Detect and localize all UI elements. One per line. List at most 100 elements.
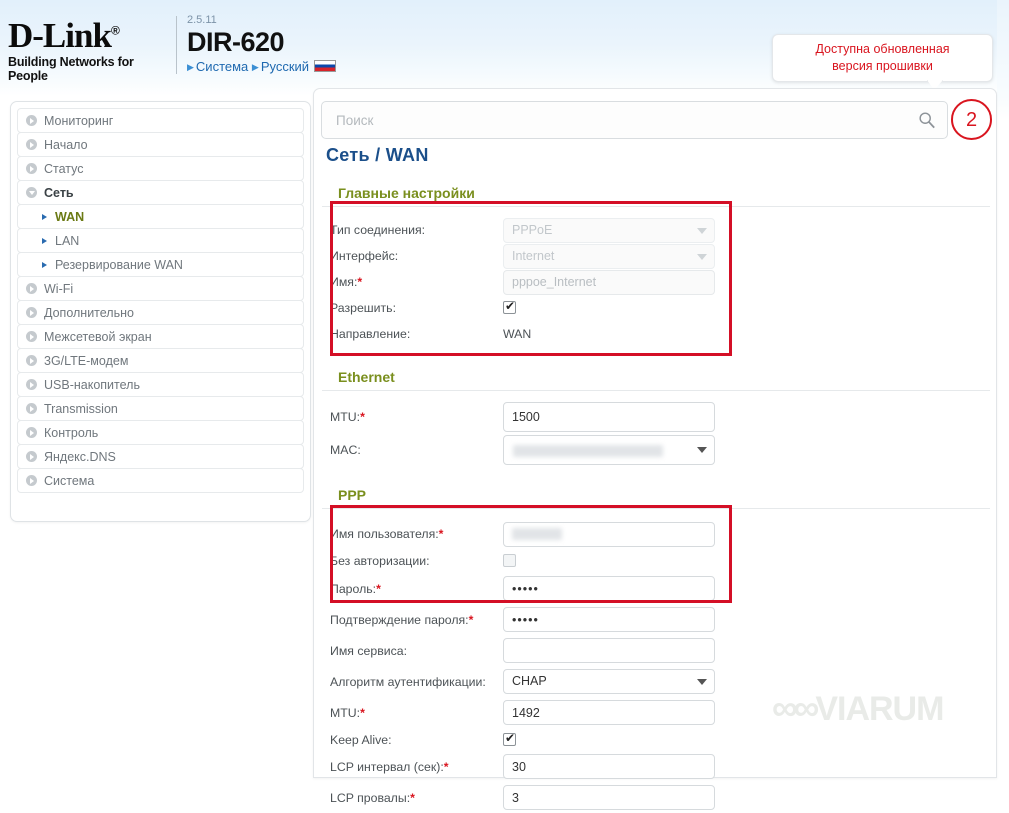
label-password-confirm: Подтверждение пароля:*: [330, 613, 503, 627]
keep-alive-checkbox[interactable]: [503, 731, 516, 746]
row-mac: MAC:: [314, 433, 998, 467]
sidebar-item-label: WAN: [55, 209, 85, 224]
header-divider: [176, 16, 177, 74]
breadcrumb-item-language[interactable]: Русский: [261, 59, 309, 74]
chevron-right-circle-icon: [26, 163, 37, 174]
required-asterisk: *: [443, 759, 449, 774]
row-name: Имя:*: [314, 269, 998, 295]
chevron-down-circle-icon: [26, 187, 37, 198]
sidebar-item-network[interactable]: Сеть: [17, 180, 304, 205]
sidebar-item-firewall[interactable]: Межсетевой экран: [17, 324, 304, 349]
sidebar-item-monitoring[interactable]: Мониторинг: [17, 108, 304, 133]
row-no-auth: Без авторизации:: [314, 549, 998, 573]
chevron-right-circle-icon: [26, 355, 37, 366]
sidebar-item-wan[interactable]: WAN: [17, 204, 304, 229]
sidebar-item-advanced[interactable]: Дополнительно: [17, 300, 304, 325]
model-name: DIR-620: [187, 27, 285, 57]
sidebar-item-status[interactable]: Статус: [17, 156, 304, 181]
firmware-version: 2.5.11: [187, 14, 217, 26]
dlink-logo[interactable]: D-Link® Building Networks for People: [8, 18, 173, 83]
firmware-update-notice[interactable]: Доступна обновленная версия прошивки: [772, 34, 993, 90]
label-enable: Разрешить:: [330, 301, 396, 315]
status-badge[interactable]: 2: [951, 99, 992, 140]
row-ethernet-mtu: MTU:*: [314, 401, 998, 433]
direction-value: WAN: [503, 327, 532, 341]
chevron-right-circle-icon: [26, 331, 37, 342]
password-input[interactable]: [503, 576, 715, 601]
section-title-ppp: PPP: [322, 487, 990, 509]
right-edge-band: [997, 0, 1009, 757]
search-input[interactable]: [321, 101, 948, 139]
sidebar-item-label: Статус: [44, 161, 84, 176]
page-header: D-Link® Building Networks for People 2.5…: [0, 0, 1009, 90]
chevron-down-icon: [697, 227, 707, 234]
firmware-notice-line2: версия прошивки: [832, 59, 933, 73]
label-keep-alive: Keep Alive:: [330, 732, 392, 747]
no-auth-checkbox[interactable]: [503, 554, 516, 568]
sidebar-item-label: USB-накопитель: [44, 377, 140, 392]
sidebar-item-lan[interactable]: LAN: [17, 228, 304, 253]
auth-algorithm-select[interactable]: CHAP: [503, 669, 715, 694]
sidebar-item-label: Контроль: [44, 425, 99, 440]
label-connection-type: Тип соединения:: [330, 223, 426, 237]
label-ethernet-mtu-text: MTU:: [330, 410, 361, 424]
row-username: Имя пользователя:*: [314, 519, 998, 549]
logo-tagline: Building Networks for People: [8, 55, 134, 83]
connection-type-value: PPPoE: [512, 222, 553, 237]
label-auth-algorithm: Алгоритм аутентификации:: [330, 674, 486, 689]
label-mac: MAC:: [330, 443, 361, 457]
label-lcp-failures: LCP провалы:*: [330, 791, 503, 805]
sidebar-item-wifi[interactable]: Wi-Fi: [17, 276, 304, 301]
sidebar-item-transmission[interactable]: Transmission: [17, 396, 304, 421]
label-password: Пароль:*: [330, 582, 503, 596]
label-name-text: Имя:: [330, 275, 358, 289]
lcp-failures-input[interactable]: [503, 785, 715, 810]
service-name-input[interactable]: [503, 638, 715, 663]
row-keep-alive: Keep Alive:: [314, 728, 998, 751]
chevron-down-icon: [697, 253, 707, 260]
sidebar-item-yandex-dns[interactable]: Яндекс.DNS: [17, 444, 304, 469]
chevron-right-circle-icon: [26, 403, 37, 414]
ethernet-mtu-input[interactable]: [503, 402, 715, 432]
lcp-interval-input[interactable]: [503, 754, 715, 779]
sidebar-item-wan-backup[interactable]: Резервирование WAN: [17, 252, 304, 277]
chevron-down-icon: [697, 679, 707, 685]
sidebar-item-label: Система: [44, 473, 95, 488]
label-ppp-mtu: MTU:*: [330, 706, 503, 720]
chevron-right-circle-icon: [26, 115, 37, 126]
sidebar-item-3g-lte-modem[interactable]: 3G/LTE-модем: [17, 348, 304, 373]
sidebar-item-label: Межсетевой экран: [44, 329, 152, 344]
sidebar-item-label: 3G/LTE-модем: [44, 353, 129, 368]
label-password-confirm-text: Подтверждение пароля:: [330, 612, 469, 627]
sidebar-item-home[interactable]: Начало: [17, 132, 304, 157]
label-service-name: Имя сервиса:: [330, 643, 407, 658]
enable-checkbox[interactable]: [503, 299, 516, 315]
sidebar-item-label: Transmission: [44, 401, 118, 416]
label-ethernet-mtu: MTU:*: [330, 410, 503, 424]
logo-wordmark: D-Link®: [8, 18, 173, 53]
model-block: 2.5.11 DIR-620 ▶ Система ▶ Русский: [187, 14, 337, 75]
mac-value-redacted: [513, 445, 663, 457]
chevron-right-icon: ▶: [187, 62, 194, 72]
chevron-right-icon: ▶: [251, 62, 259, 72]
sidebar-item-control[interactable]: Контроль: [17, 420, 304, 445]
username-value-redacted: [512, 527, 562, 540]
search-icon[interactable]: [918, 111, 936, 129]
password-confirm-input[interactable]: [503, 607, 715, 632]
sidebar-item-usb-storage[interactable]: USB-накопитель: [17, 372, 304, 397]
required-asterisk: *: [438, 527, 444, 541]
label-direction: Направление:: [330, 327, 411, 341]
sidebar-item-system[interactable]: Система: [17, 468, 304, 493]
row-interface: Интерфейс: Internet: [314, 243, 998, 269]
breadcrumb-item-system[interactable]: Система: [196, 59, 248, 74]
ppp-mtu-input[interactable]: [503, 700, 715, 725]
label-name: Имя:*: [330, 275, 503, 289]
chevron-right-icon: [42, 261, 47, 268]
mac-select[interactable]: [503, 435, 715, 465]
label-lcp-interval: LCP интервал (сек):*: [330, 760, 503, 774]
chevron-down-icon: [697, 447, 707, 453]
chevron-right-circle-icon: [26, 307, 37, 318]
sidebar-item-label: Сеть: [44, 185, 74, 200]
row-lcp-interval: LCP интервал (сек):*: [314, 751, 998, 782]
interface-select: Internet: [503, 243, 715, 269]
